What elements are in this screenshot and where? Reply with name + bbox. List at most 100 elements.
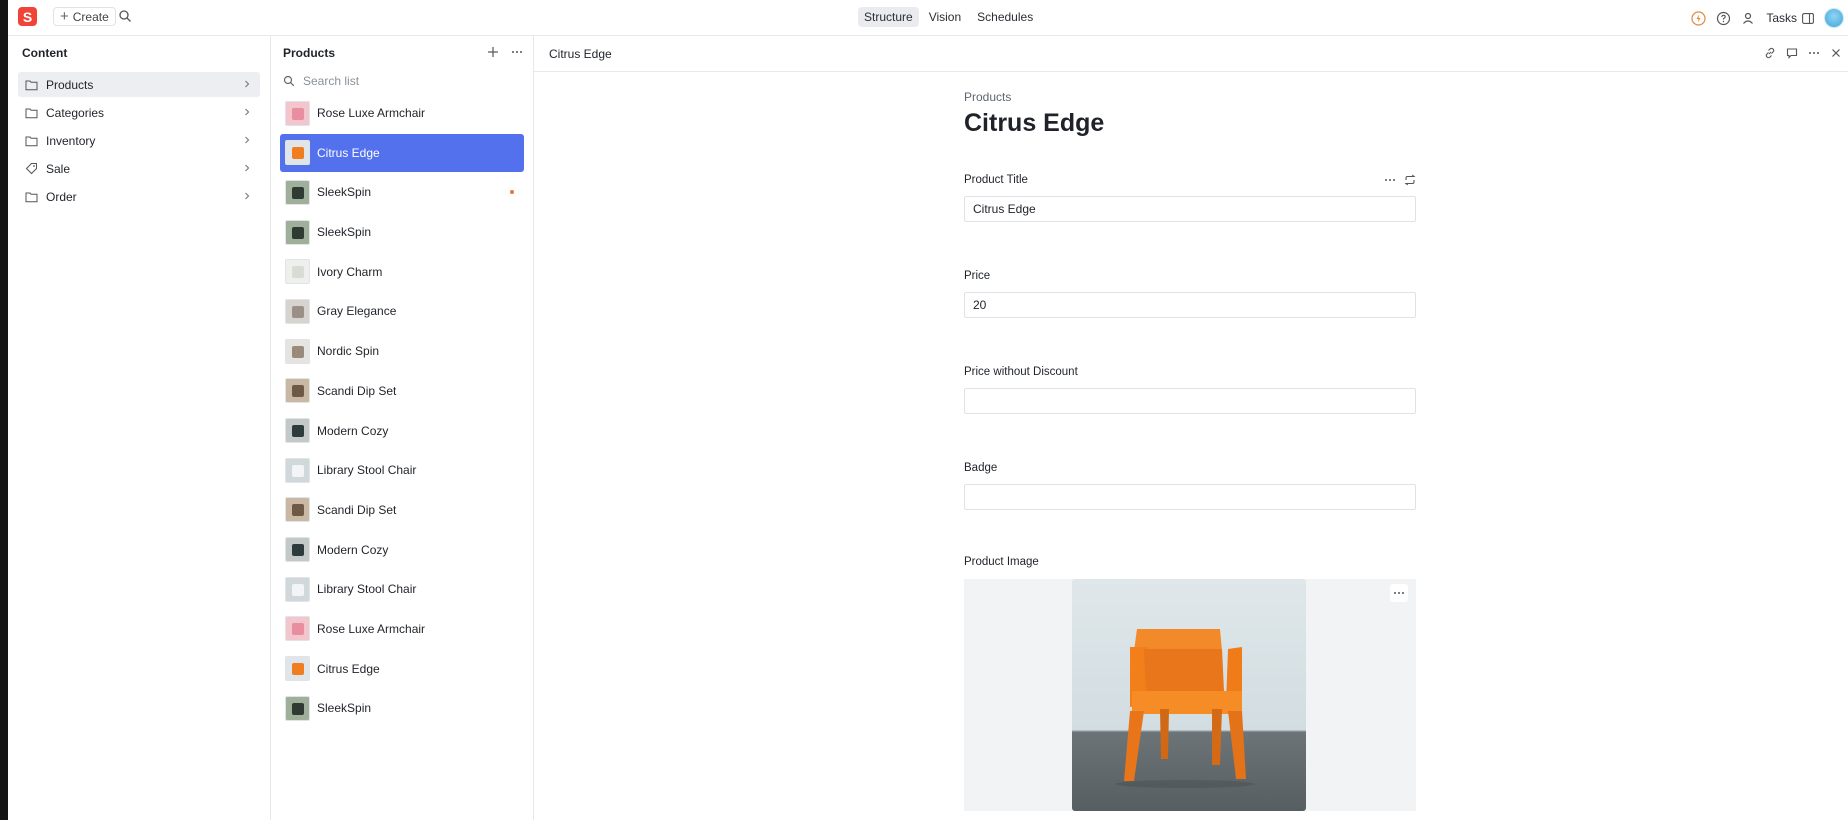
products-pane: Products Search list Rose Luxe Armchair C… [271, 36, 534, 820]
page-title: Citrus Edge [964, 109, 1105, 137]
chair-image [292, 345, 304, 358]
list-item[interactable]: SleekSpin [280, 689, 524, 727]
list-item[interactable]: Scandi Dip Set [280, 372, 524, 410]
list-item-label: Rose Luxe Armchair [317, 621, 426, 636]
content-pane-title: Content [22, 46, 68, 60]
products-list: Rose Luxe Armchair Citrus Edge SleekSpin Sl… [271, 94, 533, 727]
chevron-right-icon [245, 192, 250, 200]
list-item-label: Citrus Edge [317, 145, 380, 160]
list-item[interactable]: Ivory Charm [280, 253, 524, 291]
product-thumbnail [285, 140, 310, 166]
chair-image [292, 544, 304, 557]
list-item[interactable]: Library Stool Chair [280, 570, 524, 608]
app-root: S + Create Structure Vision Schedules Ta… [0, 0, 1848, 820]
list-item[interactable]: Scandi Dip Set [280, 491, 524, 529]
chair-image [292, 504, 304, 517]
nav-item-inventory[interactable]: Inventory [18, 128, 260, 153]
product-title-input[interactable]: Citrus Edge [964, 196, 1416, 222]
sidebar-panel-icon [1802, 12, 1814, 24]
list-item-label: SleekSpin [317, 225, 372, 240]
help-icon[interactable] [1716, 11, 1731, 26]
product-thumbnail [285, 616, 310, 642]
bolt-icon[interactable] [1691, 10, 1706, 26]
list-item[interactable]: Rose Luxe Armchair [280, 94, 524, 132]
field-label: Price without Discount [964, 366, 1078, 378]
folder-icon [25, 134, 38, 147]
sync-icon[interactable] [1404, 174, 1416, 186]
nav-item-sale[interactable]: Sale [18, 156, 260, 181]
list-item[interactable]: Modern Cozy [280, 412, 524, 450]
list-item-label: Library Stool Chair [317, 463, 417, 478]
list-item[interactable]: Rose Luxe Armchair [280, 610, 524, 648]
search-list-placeholder: Search list [303, 74, 360, 88]
badge-field: Badge [964, 462, 1416, 510]
field-label: Badge [964, 462, 998, 474]
add-document-icon[interactable] [487, 46, 499, 58]
list-item[interactable]: Modern Cozy [280, 531, 524, 569]
list-item-label: Scandi Dip Set [317, 383, 397, 398]
list-item-label: Modern Cozy [317, 542, 389, 557]
studio-logo[interactable]: S [18, 7, 37, 26]
image-options-button[interactable] [1390, 584, 1408, 602]
product-thumbnail [285, 418, 310, 443]
chair-image [292, 305, 304, 318]
product-thumbnail [285, 298, 310, 324]
chair-image [292, 107, 304, 120]
more-options-icon[interactable] [1384, 174, 1396, 186]
chair-image [292, 425, 304, 437]
content-pane: Content Products Categories Inventory Sa… [8, 36, 271, 820]
chair-image [292, 147, 304, 160]
price-without-discount-input[interactable] [964, 388, 1416, 414]
list-item[interactable]: SleekSpin [280, 213, 524, 251]
price-input[interactable]: 20 [964, 292, 1416, 318]
tab-schedules[interactable]: Schedules [971, 7, 1039, 27]
chevron-right-icon [245, 164, 250, 172]
products-pane-actions [487, 46, 523, 58]
avatar[interactable] [1824, 8, 1844, 28]
close-icon[interactable] [1830, 47, 1842, 59]
product-image-container[interactable] [964, 579, 1416, 811]
search-icon[interactable] [118, 9, 132, 23]
chair-image [292, 623, 304, 636]
nav-item-order[interactable]: Order [18, 184, 260, 209]
more-options-icon[interactable] [511, 46, 523, 58]
list-item[interactable]: Citrus Edge [280, 650, 524, 688]
list-item-label: SleekSpin [317, 701, 372, 716]
list-item[interactable]: SleekSpin [280, 173, 524, 211]
list-item[interactable]: Library Stool Chair [280, 451, 524, 489]
create-button[interactable]: + Create [53, 7, 116, 26]
list-item[interactable]: Nordic Spin [280, 332, 524, 370]
plus-icon: + [60, 8, 69, 25]
nav-item-label: Categories [46, 105, 105, 120]
more-options-icon[interactable] [1808, 47, 1820, 59]
tasks-label: Tasks [1766, 11, 1797, 25]
search-list-input[interactable]: Search list [281, 70, 523, 92]
list-item[interactable]: Citrus Edge [280, 133, 524, 172]
price-field: Price 20 [964, 270, 1416, 318]
field-label: Price [964, 270, 991, 282]
folder-icon [25, 106, 38, 119]
users-icon[interactable] [1741, 11, 1756, 26]
field-label: Product Image [964, 556, 1039, 568]
price-without-discount-field: Price without Discount [964, 366, 1416, 414]
product-thumbnail [285, 457, 310, 483]
list-item-label: Modern Cozy [317, 423, 389, 438]
unpublished-changes-dot [510, 190, 514, 195]
tasks-button[interactable]: Tasks [1766, 11, 1814, 25]
list-item-label: Library Stool Chair [317, 582, 417, 597]
chair-image [292, 583, 304, 596]
tab-structure[interactable]: Structure [858, 7, 919, 27]
search-icon [283, 75, 295, 87]
badge-input[interactable] [964, 484, 1416, 510]
breadcrumb[interactable]: Products [964, 90, 1416, 104]
more-options-icon [1394, 592, 1404, 594]
nav-item-products[interactable]: Products [18, 72, 260, 97]
list-item[interactable]: Gray Elegance [280, 292, 524, 330]
nav-item-categories[interactable]: Categories [18, 100, 260, 125]
list-item-label: Citrus Edge [317, 661, 380, 676]
chair-image [292, 663, 304, 676]
link-icon[interactable] [1764, 47, 1776, 59]
tab-vision[interactable]: Vision [923, 7, 967, 27]
comment-icon[interactable] [1786, 47, 1798, 59]
list-item-label: Nordic Spin [317, 344, 380, 359]
